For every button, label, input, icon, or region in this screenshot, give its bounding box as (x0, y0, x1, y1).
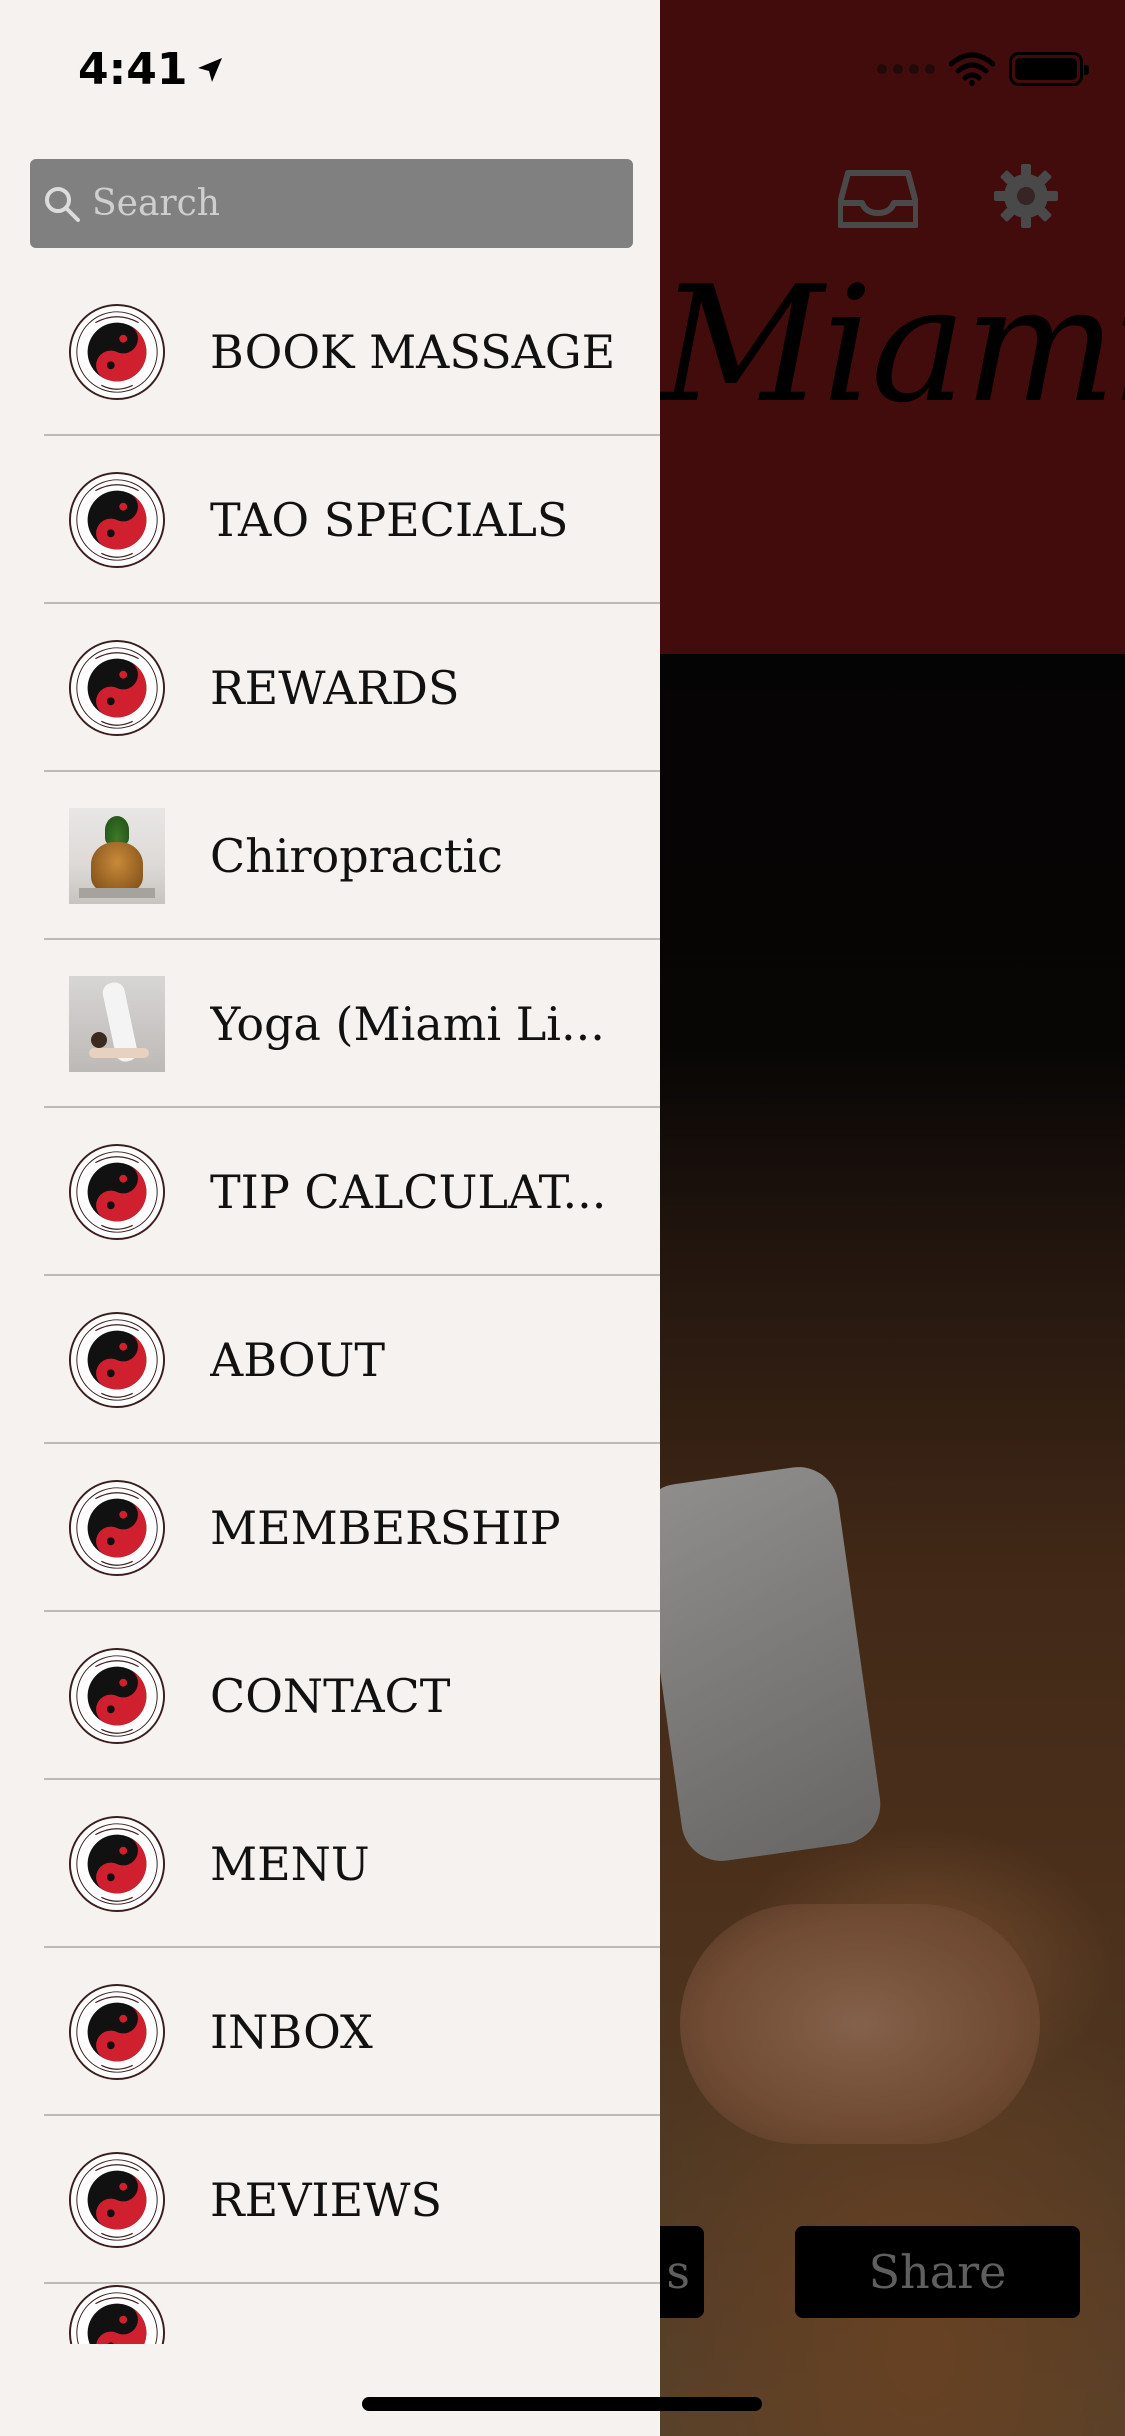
menu-item-partial (68, 2284, 166, 2344)
tao-spa-logo (68, 471, 166, 569)
menu-item-thumbnail (68, 1983, 166, 2081)
menu-item[interactable]: ABOUT (0, 1276, 660, 1444)
menu-item[interactable]: CONTACT (0, 1612, 660, 1780)
menu-item-label: ABOUT (210, 1333, 386, 1387)
menu-item-label: Yoga (Miami Li... (210, 997, 605, 1051)
menu-item-thumbnail (68, 471, 166, 569)
search-input[interactable] (92, 159, 633, 248)
menu-item-thumbnail (68, 1647, 166, 1745)
location-arrow-icon (198, 57, 223, 82)
menu-item-label: CONTACT (210, 1669, 451, 1723)
menu-item-thumbnail (68, 303, 166, 401)
menu-item-label: MEMBERSHIP (210, 1501, 561, 1555)
status-time-text: 4:41 (78, 44, 188, 95)
menu-item[interactable]: Yoga (Miami Li... (0, 940, 660, 1108)
menu-item-thumbnail (68, 1311, 166, 1409)
menu-item-label: MENU (210, 1837, 370, 1891)
menu-item[interactable]: TAO SPECIALS (0, 436, 660, 604)
menu-item[interactable]: REWARDS (0, 604, 660, 772)
search-icon (45, 186, 80, 222)
tao-spa-logo (68, 303, 166, 401)
home-indicator[interactable] (362, 2397, 762, 2411)
menu-item[interactable]: BOOK MASSAGE (0, 268, 660, 436)
menu-item-thumbnail (68, 975, 166, 1073)
menu-list: BOOK MASSAGE TAO SPECIALS REWARDS Chiroprac… (0, 268, 660, 2284)
tao-spa-logo (68, 1143, 166, 1241)
menu-item-label: Chiropractic (210, 829, 503, 883)
menu-item-label: REWARDS (210, 661, 460, 715)
tao-spa-logo (68, 1479, 166, 1577)
search-bar[interactable] (30, 159, 633, 248)
menu-item-label: REVIEWS (210, 2173, 442, 2227)
side-drawer: 4:41 BOOK MASSAGE TAO SPECIALS REWARDS Chir… (0, 0, 660, 2436)
buddha-statue-photo (69, 808, 165, 904)
tao-spa-logo (68, 2151, 166, 2249)
yoga-pose-photo (69, 976, 165, 1072)
menu-item-thumbnail (68, 1479, 166, 1577)
menu-item-thumbnail (68, 1815, 166, 1913)
tao-spa-logo (68, 2284, 166, 2344)
tao-spa-logo (68, 1815, 166, 1913)
menu-item-label: TIP CALCULAT... (210, 1165, 607, 1219)
status-time: 4:41 (78, 44, 225, 95)
menu-item-label: INBOX (210, 2005, 373, 2059)
menu-item-thumbnail (68, 2151, 166, 2249)
tao-spa-logo (68, 639, 166, 737)
menu-item-thumbnail (68, 639, 166, 737)
menu-item-thumbnail (68, 1143, 166, 1241)
menu-item[interactable]: TIP CALCULAT... (0, 1108, 660, 1276)
menu-item-label: BOOK MASSAGE (210, 325, 616, 379)
menu-item[interactable]: REVIEWS (0, 2116, 660, 2284)
menu-item-thumbnail (68, 807, 166, 905)
menu-item[interactable]: MENU (0, 1780, 660, 1948)
menu-item[interactable]: MEMBERSHIP (0, 1444, 660, 1612)
menu-item[interactable]: Chiropractic (0, 772, 660, 940)
tao-spa-logo (68, 1647, 166, 1745)
tao-spa-logo (68, 1983, 166, 2081)
menu-item-label: TAO SPECIALS (210, 493, 569, 547)
menu-item[interactable]: INBOX (0, 1948, 660, 2116)
tao-spa-logo (68, 1311, 166, 1409)
